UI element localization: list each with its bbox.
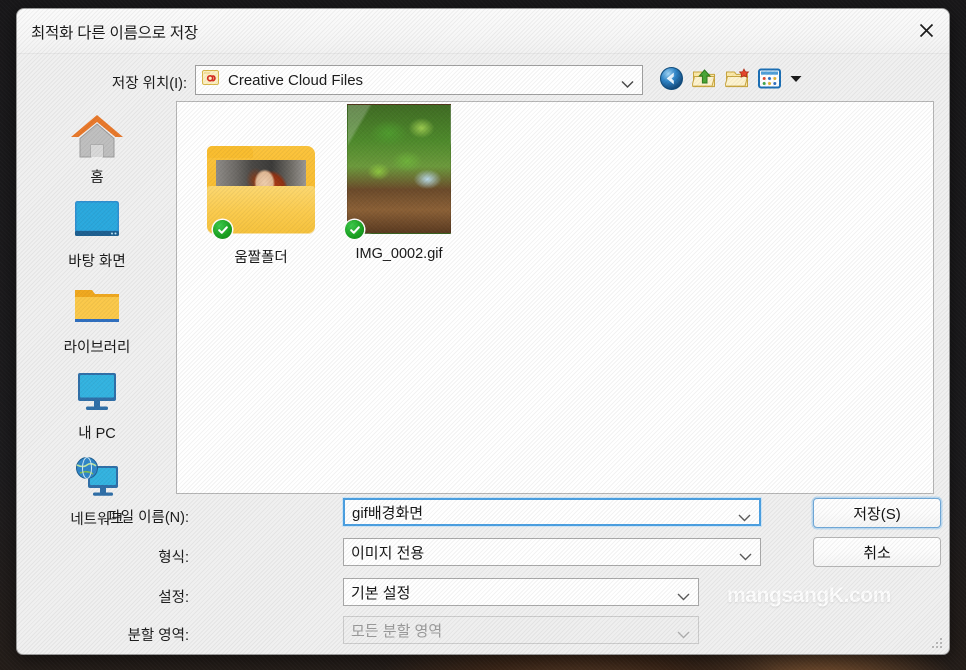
new-folder-icon xyxy=(724,68,750,88)
back-icon xyxy=(660,67,683,90)
sidebar-item-label: 내 PC xyxy=(78,426,116,442)
this-pc-icon xyxy=(18,365,176,421)
list-item-label: 움짤폴더 xyxy=(234,250,288,266)
synced-check-icon xyxy=(345,220,364,239)
sidebar-item-home[interactable]: 홈 xyxy=(18,109,176,187)
chevron-down-icon xyxy=(621,76,634,94)
resize-grip[interactable] xyxy=(930,636,944,650)
creative-cloud-folder-icon xyxy=(201,68,221,93)
file-name-label: 파일 이름(N): xyxy=(107,510,189,526)
cancel-button[interactable]: 취소 xyxy=(813,537,941,567)
list-item[interactable]: IMG_0002.gif xyxy=(337,104,461,262)
slice-area-label: 분할 영역: xyxy=(127,628,189,644)
format-combobox[interactable]: 이미지 전용 xyxy=(343,538,761,566)
synced-check-icon xyxy=(213,220,232,239)
home-icon xyxy=(18,109,176,165)
format-label: 형식: xyxy=(158,550,189,566)
title-bar: 최적화 다른 이름으로 저장 xyxy=(17,9,949,54)
library-folder-icon xyxy=(18,279,176,335)
close-button[interactable] xyxy=(903,9,949,51)
sidebar-item-label: 홈 xyxy=(90,170,104,186)
location-bar: 저장 위치(I): Creative Cloud Files xyxy=(17,64,949,100)
gif-preview-icon xyxy=(347,104,451,234)
navigation-toolbar xyxy=(659,66,802,91)
chevron-down-icon xyxy=(677,626,690,644)
location-combobox[interactable]: Creative Cloud Files xyxy=(195,65,643,95)
settings-label: 설정: xyxy=(158,590,189,606)
view-mode-icon xyxy=(758,68,781,89)
sidebar-item-label: 라이브러리 xyxy=(63,340,131,356)
chevron-down-icon xyxy=(739,548,752,566)
sidebar-item-desktop[interactable]: 바탕 화면 xyxy=(18,193,176,271)
list-item[interactable]: 움짤폴더 xyxy=(199,116,323,267)
new-folder-button[interactable] xyxy=(724,67,750,90)
save-as-dialog: 최적화 다른 이름으로 저장 저장 위치(I): Creative Cloud … xyxy=(16,8,950,655)
slice-area-value: 모든 분할 영역 xyxy=(351,622,443,640)
image-thumbnail xyxy=(337,104,461,239)
close-icon xyxy=(919,23,933,37)
sidebar-item-label: 바탕 화면 xyxy=(68,254,126,270)
list-item-label: IMG_0002.gif xyxy=(355,246,443,262)
chevron-down-icon xyxy=(790,75,802,82)
places-sidebar: 홈 바탕 화면 라이브러리 내 PC 네트워크 xyxy=(18,101,176,528)
file-name-value: gif배경화면 xyxy=(352,504,424,522)
view-mode-button[interactable] xyxy=(758,68,781,89)
settings-value: 기본 설정 xyxy=(351,584,411,602)
sidebar-item-this-pc[interactable]: 내 PC xyxy=(18,365,176,443)
watermark: mangsangK.com xyxy=(727,584,891,607)
sidebar-item-library[interactable]: 라이브러리 xyxy=(18,279,176,357)
view-mode-dropdown[interactable] xyxy=(790,70,802,88)
location-label: 저장 위치(I): xyxy=(111,76,187,92)
network-icon xyxy=(18,451,176,507)
chevron-down-icon xyxy=(738,509,751,527)
chevron-down-icon xyxy=(677,588,690,606)
back-button[interactable] xyxy=(659,66,684,91)
desktop-icon xyxy=(18,193,176,249)
format-value: 이미지 전용 xyxy=(351,544,425,562)
folder-thumbnail xyxy=(199,116,323,239)
file-list-pane[interactable]: 움짤폴더 IMG_0002.gif xyxy=(176,101,934,494)
slice-area-combobox[interactable]: 모든 분할 영역 xyxy=(343,616,699,644)
up-one-level-button[interactable] xyxy=(691,67,717,90)
desktop-background: 최적화 다른 이름으로 저장 저장 위치(I): Creative Cloud … xyxy=(0,0,966,670)
file-name-input[interactable]: gif배경화면 xyxy=(343,498,761,526)
save-button[interactable]: 저장(S) xyxy=(813,498,941,528)
up-one-level-icon xyxy=(691,69,716,88)
page-title: 최적화 다른 이름으로 저장 xyxy=(31,25,198,42)
settings-combobox[interactable]: 기본 설정 xyxy=(343,578,699,606)
location-value: Creative Cloud Files xyxy=(228,71,364,89)
